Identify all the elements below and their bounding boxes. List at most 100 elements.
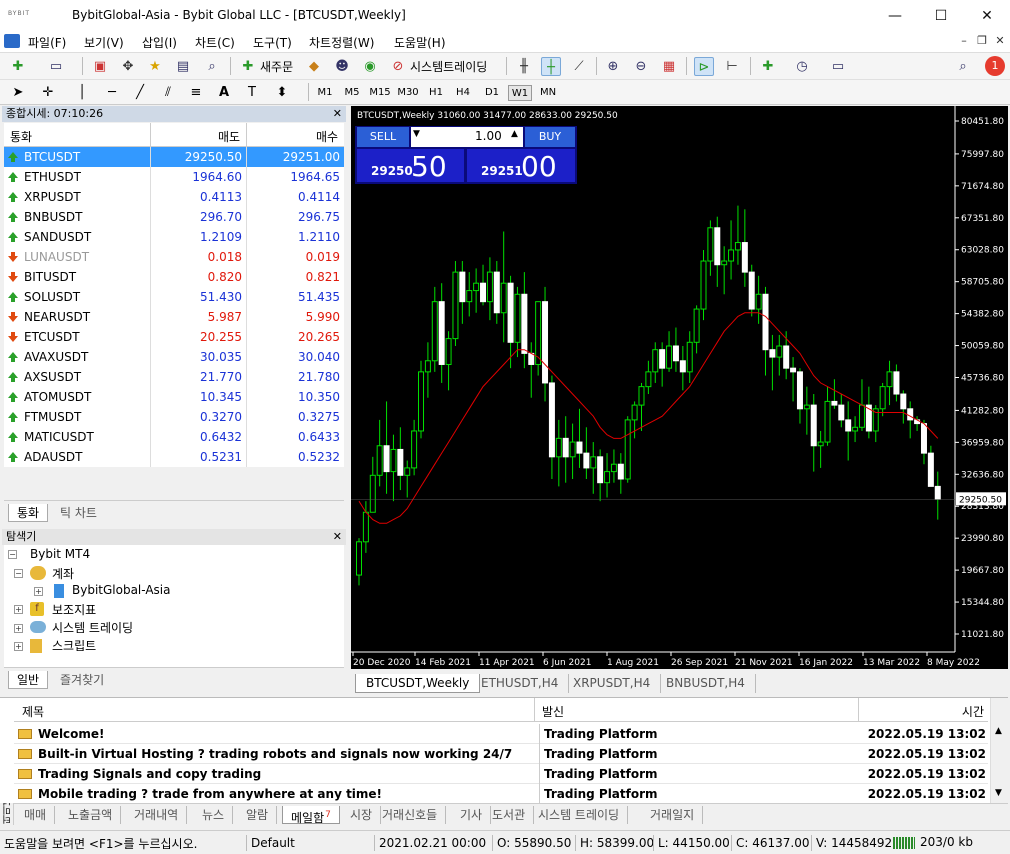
mail-row[interactable]: Welcome! Trading Platform 2022.05.19 13:02 [14, 724, 988, 744]
price-chart[interactable]: 80451.80 75997.80 71674.80 67351.80 63028.80… [351, 106, 1008, 669]
arrows-icon[interactable]: ⬍ [272, 83, 292, 102]
market-row[interactable]: ATOMUSDT 10.345 10.350 [4, 387, 344, 407]
menu-file[interactable]: 파일(F) [28, 34, 66, 51]
scroll-up-icon[interactable]: ▲ [995, 726, 1002, 736]
sell-price[interactable]: 29250 50 [357, 149, 464, 183]
market-row[interactable]: BNBUSDT 296.70 296.75 [4, 207, 344, 227]
algo-trading-button[interactable]: 시스템트레이딩 [410, 58, 487, 75]
bar-chart-icon[interactable]: ╫ [514, 57, 534, 76]
tf-h4[interactable]: H4 [451, 85, 475, 101]
chart-shift-icon[interactable]: ⊢ [722, 57, 742, 76]
terminal-tab[interactable]: 노출금액 [60, 806, 122, 824]
menu-help[interactable]: 도움말(H) [394, 34, 446, 51]
tf-m5[interactable]: M5 [340, 85, 364, 101]
templates-icon[interactable]: ▭ [828, 57, 848, 76]
new-order-button[interactable]: 새주문 [260, 58, 293, 75]
new-chart-icon[interactable]: ✚ [8, 57, 28, 76]
indicators-icon[interactable]: ✚ [758, 57, 778, 76]
maximize-button[interactable]: ☐ [918, 4, 964, 28]
tf-m1[interactable]: M1 [313, 85, 337, 101]
chart-tab-btcusdt[interactable]: BTCUSDT,Weekly [355, 674, 481, 693]
tf-d1[interactable]: D1 [480, 85, 504, 101]
expand-icon[interactable]: + [14, 642, 23, 651]
col-subject[interactable]: 제목 [22, 703, 44, 720]
lot-input[interactable]: ▼ 1.00 ▲ [411, 127, 523, 147]
market-row[interactable]: SOLUSDT 51.430 51.435 [4, 287, 344, 307]
strategy-tester-icon[interactable]: ⌕ [202, 57, 222, 76]
menu-insert[interactable]: 삽입(I) [142, 34, 177, 51]
signal-icon[interactable]: ◉ [360, 57, 380, 76]
notification-badge[interactable]: 1 [985, 56, 1005, 76]
menu-window[interactable]: 차트정렬(W) [309, 34, 374, 51]
sell-button[interactable]: SELL [357, 127, 409, 147]
chart-tab-ethusdt[interactable]: ETHUSDT,H4 [471, 674, 570, 693]
chart-tab-xrpusdt[interactable]: XRPUSDT,H4 [563, 674, 662, 693]
connection-icon[interactable] [893, 837, 915, 849]
tile-windows-icon[interactable]: ▦ [659, 57, 679, 76]
zoom-in-icon[interactable]: ⊕ [603, 57, 623, 76]
close-market-watch-icon[interactable]: ✕ [333, 107, 342, 121]
market-row[interactable]: FTMUSDT 0.3270 0.3275 [4, 407, 344, 427]
new-order-icon[interactable]: ✚ [238, 57, 258, 76]
market-row[interactable]: BITUSDT 0.820 0.821 [4, 267, 344, 287]
mdi-restore-icon[interactable]: ❐ [974, 34, 990, 47]
terminal-tab[interactable]: 시스템 트레이딩 [530, 806, 629, 824]
expand-icon[interactable]: + [34, 587, 43, 596]
search-icon[interactable]: ⌕ [953, 57, 973, 76]
terminal-tab[interactable]: 거래신호들 [374, 806, 447, 824]
nav-root[interactable]: Bybit MT4 [30, 547, 90, 561]
nav-indicators[interactable]: 보조지표 [52, 601, 96, 618]
col-from[interactable]: 발신 [542, 703, 564, 720]
candlestick-chart-icon[interactable]: ┼ [541, 57, 561, 76]
line-chart-icon[interactable]: ⟋ [569, 57, 589, 76]
col-ask[interactable]: 매수 [316, 128, 338, 145]
market-row[interactable]: ADAUSDT 0.5231 0.5232 [4, 447, 344, 467]
chart-tab-bnbusdt[interactable]: BNBUSDT,H4 [656, 674, 756, 693]
terminal-icon[interactable]: ▤ [173, 57, 193, 76]
menu-charts[interactable]: 차트(C) [195, 34, 235, 51]
mdi-minimize-icon[interactable]: – [956, 34, 972, 47]
market-row[interactable]: NEARUSDT 5.987 5.990 [4, 307, 344, 327]
data-window-icon[interactable]: ✥ [118, 57, 138, 76]
text-tool-icon[interactable]: A [214, 83, 234, 102]
terminal-tab[interactable]: 거래내역 [126, 806, 188, 824]
nav-scripts[interactable]: 스크립트 [52, 637, 96, 654]
market-row[interactable]: AVAXUSDT 30.035 30.040 [4, 347, 344, 367]
market-row[interactable]: AXSUSDT 21.770 21.780 [4, 367, 344, 387]
algo-trading-icon[interactable]: ⊘ [388, 57, 408, 76]
close-navigator-icon[interactable]: ✕ [333, 530, 342, 544]
tf-mn[interactable]: MN [536, 85, 560, 101]
menu-tools[interactable]: 도구(T) [253, 34, 292, 51]
tab-common[interactable]: 일반 [8, 671, 49, 689]
tf-m30[interactable]: M30 [396, 85, 420, 101]
metaeditor-icon[interactable]: ◆ [304, 57, 324, 76]
text-label-icon[interactable]: T [242, 83, 262, 102]
close-button[interactable]: ✕ [964, 4, 1010, 28]
cursor-icon[interactable]: ➤ [8, 83, 28, 102]
col-symbol[interactable]: 통화 [10, 128, 32, 145]
terminal-tab[interactable]: 알람 [238, 806, 278, 824]
market-row[interactable]: ETHUSDT 1964.60 1964.65 [4, 167, 344, 187]
buy-price[interactable]: 29251 00 [467, 149, 575, 183]
mail-row[interactable]: Mobile trading ? trade from anywhere at … [14, 784, 988, 804]
periods-icon[interactable]: ◷ [792, 57, 812, 76]
nav-experts[interactable]: 시스템 트레이딩 [52, 619, 133, 636]
market-row[interactable]: LUNAUSDT 0.018 0.019 [4, 247, 344, 267]
tab-tick-chart[interactable]: 틱 차트 [52, 504, 105, 522]
nav-account-server[interactable]: BybitGlobal-Asia [72, 583, 170, 597]
profiles-icon[interactable]: ▭ [46, 57, 66, 76]
minimize-button[interactable]: — [872, 4, 918, 28]
market-row[interactable]: BTCUSDT 29250.50 29251.00 [4, 147, 344, 167]
tf-h1[interactable]: H1 [424, 85, 448, 101]
mail-row[interactable]: Trading Signals and copy trading Trading … [14, 764, 988, 784]
nav-accounts[interactable]: 계좌 [52, 565, 74, 582]
tab-symbols[interactable]: 통화 [8, 504, 49, 522]
mail-row[interactable]: Built-in Virtual Hosting ? trading robot… [14, 744, 988, 764]
collapse-icon[interactable]: − [8, 550, 17, 559]
scroll-down-icon[interactable]: ▼ [995, 788, 1002, 798]
col-bid[interactable]: 매도 [218, 128, 240, 145]
trendline-icon[interactable]: ╱ [130, 83, 150, 102]
fibonacci-icon[interactable]: ≡ [186, 83, 206, 102]
terminal-scrollbar[interactable]: ▲ ▼ [990, 698, 1008, 804]
lot-decrease-icon[interactable]: ▼ [413, 129, 420, 139]
